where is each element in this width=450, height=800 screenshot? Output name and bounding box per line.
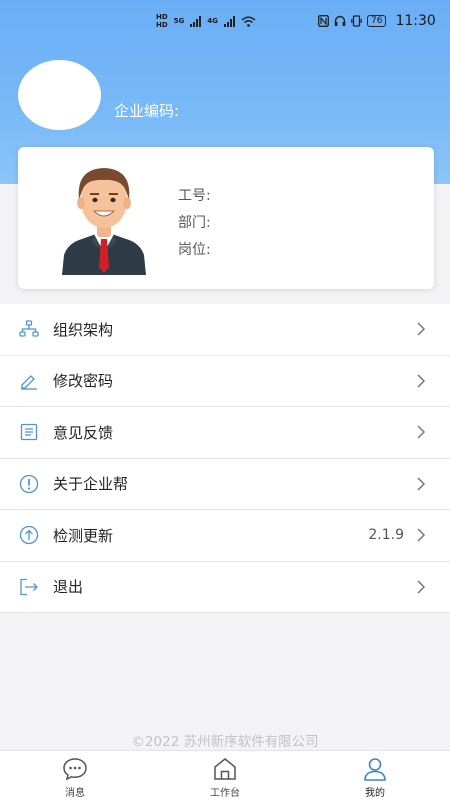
settings-menu: 组织架构 修改密码 意见反馈 关于企业帮 检测更新 2.1.9 退出 [0,304,450,613]
info-icon [18,473,40,495]
upload-icon [18,524,40,546]
pencil-icon [18,370,40,392]
menu-item-change-password[interactable]: 修改密码 [0,356,450,407]
department-label: 部门: [178,215,211,231]
home-icon [214,758,236,780]
chevron-right-icon [417,477,426,491]
menu-item-label: 组织架构 [53,320,114,339]
nfc-icon [318,15,329,27]
menu-item-label: 退出 [53,578,84,597]
menu-item-label: 修改密码 [53,372,114,391]
chevron-right-icon [417,374,426,388]
chevron-right-icon [417,322,426,336]
user-icon [364,758,386,781]
clock: 11:30 [395,13,436,29]
employee-id-label: 工号: [178,188,211,204]
tab-label: 消息 [65,788,85,799]
company-logo[interactable] [18,60,101,130]
menu-item-feedback[interactable]: 意见反馈 [0,407,450,459]
version-number: 2.1.9 [368,527,404,544]
profile-card: 工号: 部门: 岗位: [18,147,434,289]
network-4g-label: 4G [207,17,218,25]
vibrate-icon [351,15,362,27]
signal-icon [190,16,202,27]
tab-label: 我的 [365,788,385,799]
battery-indicator: 76 [367,15,387,27]
wifi-icon [241,16,256,27]
chevron-right-icon [417,528,426,542]
network-5g-label: 5G [173,17,185,25]
status-bar: HD HD 5G 4G 76 11:30 [0,0,450,44]
chevron-right-icon [417,580,426,594]
chevron-right-icon [417,425,426,439]
copyright-text: ©2022 苏州新序软件有限公司 [131,734,319,750]
menu-item-label: 关于企业帮 [53,475,129,494]
menu-item-label: 检测更新 [53,526,114,545]
tab-messages[interactable]: 消息 [0,751,150,800]
menu-item-about[interactable]: 关于企业帮 [0,459,450,510]
company-code-label: 企业编码: [114,102,180,120]
position-label: 岗位: [178,242,211,258]
logout-icon [18,576,40,598]
tab-label: 工作台 [210,788,240,799]
menu-item-logout[interactable]: 退出 [0,562,450,613]
headphones-icon [334,15,346,26]
hd-indicator: HD HD [156,13,168,29]
menu-item-check-update[interactable]: 检测更新 2.1.9 [0,510,450,562]
menu-item-org-structure[interactable]: 组织架构 [0,304,450,356]
document-icon [18,421,40,443]
org-structure-icon [18,318,40,340]
bottom-tab-bar: 消息 工作台 我的 [0,750,450,800]
chat-icon [63,758,87,781]
avatar[interactable] [62,163,146,275]
tab-workbench[interactable]: 工作台 [150,751,300,800]
menu-item-label: 意见反馈 [53,423,114,442]
signal-icon-2 [223,16,235,27]
tab-mine[interactable]: 我的 [300,751,450,800]
